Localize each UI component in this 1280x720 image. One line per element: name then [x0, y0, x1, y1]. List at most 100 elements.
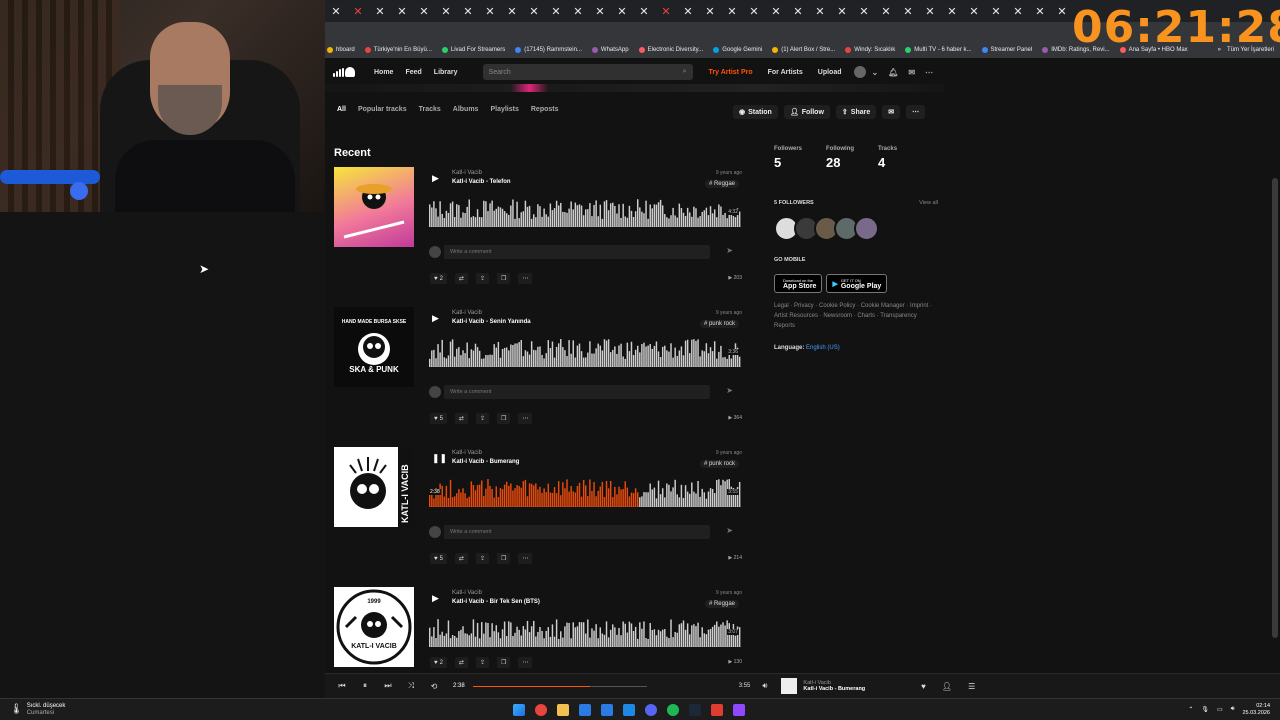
tab-close-icon[interactable]: ✕ — [941, 5, 963, 18]
track-artist[interactable]: Katl-i Vacib — [452, 590, 482, 596]
more-track-button[interactable]: ⋯ — [518, 413, 533, 424]
bookmark-item[interactable]: (1) Alert Box / Stre... — [772, 47, 835, 53]
comment-input[interactable]: Write a comment — [444, 525, 710, 539]
tab-close-icon[interactable]: ✕ — [1051, 5, 1073, 18]
app-icon[interactable] — [579, 703, 592, 716]
next-icon[interactable]: ⏭ — [382, 681, 394, 691]
like-button[interactable]: ♥ 2 — [430, 657, 447, 668]
soundcloud-logo-icon[interactable] — [333, 67, 357, 77]
more-options-icon[interactable]: ⋯ — [925, 68, 933, 77]
tab-close-icon[interactable]: ✕ — [809, 5, 831, 18]
tab-close-icon[interactable]: ✕ — [721, 5, 743, 18]
more-button[interactable]: ⋯ — [906, 105, 926, 119]
nav-home[interactable]: Home — [374, 69, 393, 76]
copy-link-button[interactable]: ❐ — [496, 413, 511, 424]
nav-library[interactable]: Library — [434, 69, 458, 76]
app-icon[interactable] — [711, 703, 724, 716]
search-input[interactable]: Search ⌕ — [482, 64, 693, 80]
app-icon[interactable] — [623, 703, 636, 716]
tab-close-icon[interactable]: ✕ — [875, 5, 897, 18]
track-title[interactable]: Katl-i Vacib - Senin Yanında — [452, 319, 531, 325]
network-icon[interactable]: ▭ — [1217, 706, 1223, 713]
stat-followers[interactable]: Followers 5 — [774, 146, 802, 170]
notifications-bell-icon[interactable]: 🔔︎ — [888, 68, 898, 77]
copy-link-button[interactable]: ❐ — [496, 553, 511, 564]
tab-albums[interactable]: Albums — [453, 106, 479, 113]
tab-close-icon[interactable]: ✕ — [853, 5, 875, 18]
tab-close-icon[interactable]: ✕ — [1029, 5, 1051, 18]
avatar[interactable] — [854, 216, 879, 241]
tab-playlists[interactable]: Playlists — [490, 106, 518, 113]
tab-close-icon[interactable]: ✕ — [391, 5, 413, 18]
repost-button[interactable]: ⇄ — [454, 273, 468, 284]
tab-tracks[interactable]: Tracks — [419, 106, 441, 113]
share-track-button[interactable]: ⇪ — [475, 657, 489, 668]
track-tag[interactable]: # Reggae — [704, 180, 739, 188]
more-track-button[interactable]: ⋯ — [518, 553, 533, 564]
follow-button[interactable]: 👤︎ Follow — [783, 105, 830, 119]
folder-icon[interactable] — [557, 703, 570, 716]
for-artists-link[interactable]: For Artists — [768, 69, 803, 76]
page-scrollbar[interactable] — [1272, 178, 1278, 638]
user-avatar[interactable] — [853, 66, 866, 78]
comment-input[interactable]: Write a comment — [444, 245, 710, 259]
repost-button[interactable]: ⇄ — [454, 553, 468, 564]
track-artwork[interactable]: HAND MADE BURSA SKSE SKA & PUNK — [334, 307, 414, 387]
more-track-button[interactable]: ⋯ — [518, 273, 533, 284]
send-icon[interactable]: ➤ — [726, 386, 733, 395]
stat-following[interactable]: Following 28 — [826, 146, 854, 170]
chevron-down-icon[interactable]: ⌄ — [872, 68, 879, 77]
waveform[interactable]: 3:07 — [429, 617, 741, 647]
pause-icon[interactable]: ❚❚ — [432, 453, 447, 464]
language-value[interactable]: English (US) — [806, 345, 840, 351]
copy-link-button[interactable]: ❐ — [496, 657, 511, 668]
tab-close-icon[interactable]: ✕ — [765, 5, 787, 18]
pause-icon[interactable]: ⏸ — [359, 681, 371, 691]
bookmark-item[interactable]: (17145) Rammstein... — [515, 47, 582, 53]
legal-links[interactable]: Legal · Privacy · Cookie Policy · Cookie… — [774, 301, 939, 331]
tab-close-icon[interactable]: ✕ — [655, 5, 677, 18]
waveform[interactable]: 4:32 — [429, 197, 741, 227]
comment-input[interactable]: Write a comment — [444, 385, 710, 399]
discord-icon[interactable] — [645, 703, 658, 716]
progress-bar[interactable] — [472, 685, 647, 687]
send-icon[interactable]: ➤ — [726, 246, 733, 255]
search-icon[interactable]: ⌕ — [683, 68, 687, 76]
tab-close-icon[interactable]: ✕ — [985, 5, 1007, 18]
tab-close-icon[interactable]: ✕ — [435, 5, 457, 18]
tab-close-icon[interactable]: ✕ — [919, 5, 941, 18]
google-play-badge[interactable]: ▶ GET IT ON Google Play — [826, 274, 888, 293]
volume-icon[interactable]: 🔊︎ — [1231, 706, 1235, 713]
track-title[interactable]: Katl-i Vacib - Bumerang — [452, 459, 519, 465]
track-title[interactable]: Katl-i Vacib - Bir Tek Sen (BTS) — [452, 599, 540, 605]
repost-button[interactable]: ⇄ — [454, 657, 468, 668]
bookmark-item[interactable]: WhatsApp — [591, 47, 629, 53]
volume-icon[interactable]: 🔊︎ — [762, 681, 767, 691]
like-button[interactable]: ♥ 5 — [430, 413, 447, 424]
track-title[interactable]: Katl-i Vacib - Telefon — [452, 179, 511, 185]
view-all-link[interactable]: View all — [919, 200, 938, 206]
tab-close-icon[interactable]: ✕ — [963, 5, 985, 18]
copy-link-button[interactable]: ❐ — [496, 273, 511, 284]
tab-popular-tracks[interactable]: Popular tracks — [358, 106, 407, 113]
tab-close-icon[interactable]: ✕ — [567, 5, 589, 18]
stat-tracks[interactable]: Tracks 4 — [878, 146, 897, 170]
play-icon[interactable]: ▶ — [432, 313, 439, 324]
tab-close-icon[interactable]: ✕ — [831, 5, 853, 18]
tab-close-icon[interactable]: ✕ — [743, 5, 765, 18]
tab-close-icon[interactable]: ✕ — [611, 5, 633, 18]
tab-close-icon[interactable]: ✕ — [1007, 5, 1029, 18]
try-artist-pro-link[interactable]: Try Artist Pro — [709, 69, 753, 76]
share-button[interactable]: ⇪ Share — [835, 105, 877, 119]
weather-widget[interactable]: 🌡︎ Sıckl. düşecek Cumartesi — [10, 703, 65, 717]
tab-all[interactable]: All — [337, 106, 346, 113]
track-artwork[interactable]: KATL-I VACIB — [334, 447, 414, 527]
waveform[interactable]: 3:36 — [429, 337, 741, 367]
bookmark-item[interactable]: Livad For Streamers — [441, 47, 505, 53]
track-tag[interactable]: # Reggae — [704, 600, 739, 608]
tab-close-icon[interactable]: ✕ — [413, 5, 435, 18]
track-artist[interactable]: Katl-i Vacib — [452, 310, 482, 316]
now-playing[interactable]: Katl-i Vacib Katl-i Vacib - Bumerang — [781, 678, 865, 694]
track-artist[interactable]: Katl-i Vacib — [452, 170, 482, 176]
message-button[interactable]: ✉ — [882, 105, 901, 119]
